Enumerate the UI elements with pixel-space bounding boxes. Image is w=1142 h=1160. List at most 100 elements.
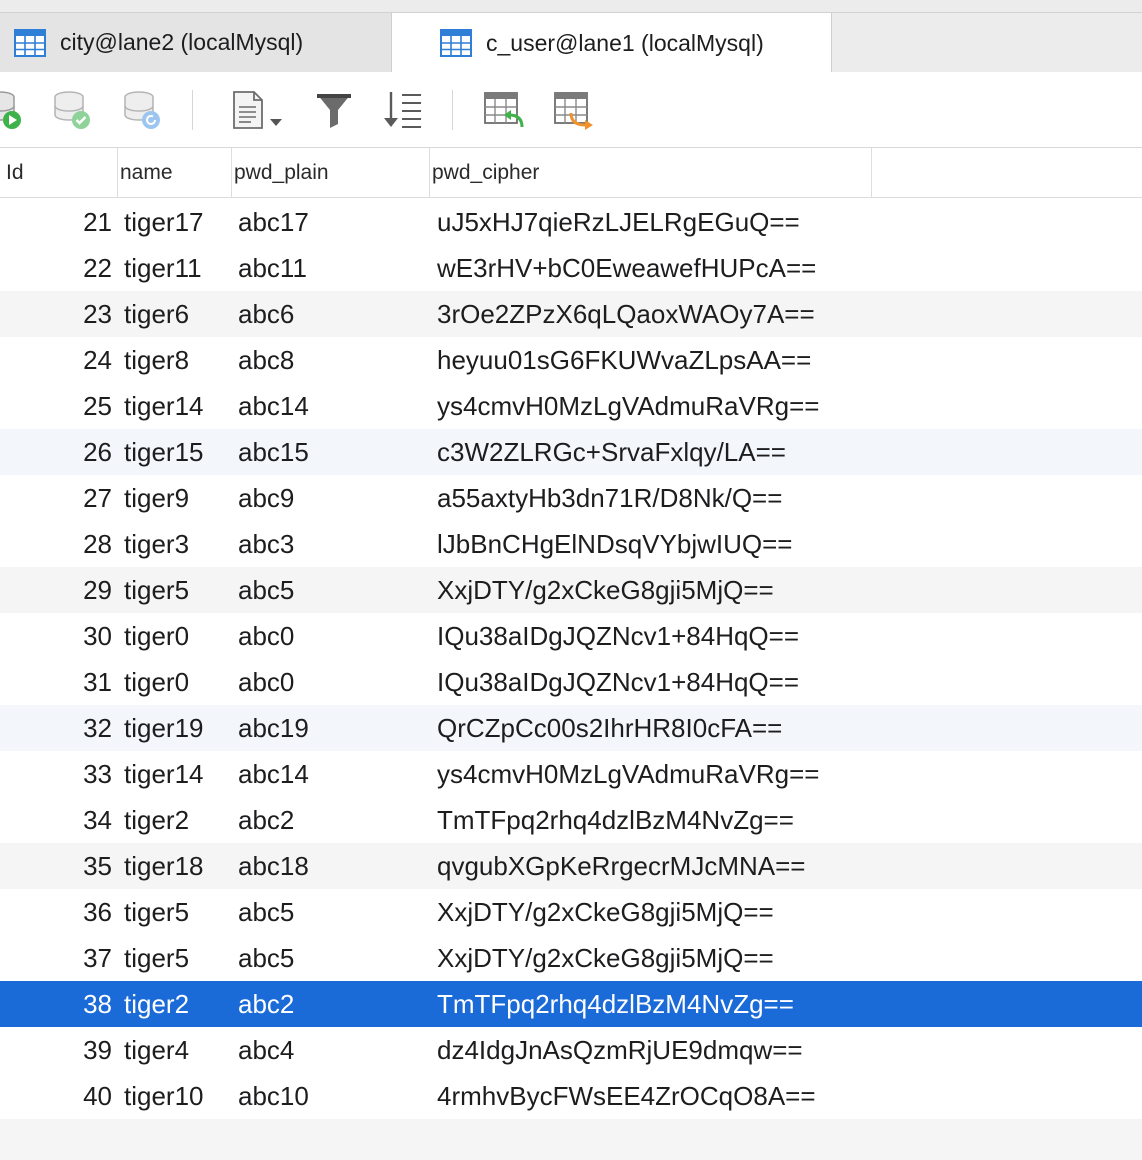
cell-id[interactable]: 35	[0, 843, 112, 889]
cell-pwd-plain[interactable]: abc18	[238, 843, 428, 889]
cell-pwd-plain[interactable]: abc19	[238, 705, 428, 751]
table-row[interactable]: 32 tiger19 abc19 QrCZpCc00s2IhrHR8I0cFA==	[0, 705, 1142, 751]
table-row[interactable]: 23 tiger6 abc6 3rOe2ZPzX6qLQaoxWAOy7A==	[0, 291, 1142, 337]
table-row[interactable]: 37 tiger5 abc5 XxjDTY/g2xCkeG8gji5MjQ==	[0, 935, 1142, 981]
table-row[interactable]: 31 tiger0 abc0 IQu38aIDgJQZNcv1+84HqQ==	[0, 659, 1142, 705]
cell-pwd-cipher[interactable]: a55axtyHb3dn71R/D8Nk/Q==	[437, 475, 1137, 521]
run-button[interactable]	[0, 88, 24, 132]
table-row[interactable]: 38 tiger2 abc2 TmTFpq2rhq4dzlBzM4NvZg==	[0, 981, 1142, 1027]
filter-button[interactable]	[310, 88, 358, 132]
revert-table-button[interactable]	[480, 88, 528, 132]
table-row[interactable]: 34 tiger2 abc2 TmTFpq2rhq4dzlBzM4NvZg==	[0, 797, 1142, 843]
cell-id[interactable]: 23	[0, 291, 112, 337]
cell-name[interactable]: tiger5	[124, 567, 234, 613]
cell-pwd-plain[interactable]: abc0	[238, 659, 428, 705]
table-row[interactable]: 36 tiger5 abc5 XxjDTY/g2xCkeG8gji5MjQ==	[0, 889, 1142, 935]
cell-pwd-plain[interactable]: abc5	[238, 935, 428, 981]
cell-pwd-plain[interactable]: abc5	[238, 889, 428, 935]
cell-id[interactable]: 40	[0, 1073, 112, 1119]
cell-name[interactable]: tiger15	[124, 429, 234, 475]
cell-id[interactable]: 24	[0, 337, 112, 383]
cell-pwd-cipher[interactable]: wE3rHV+bC0EweawefHUPcA==	[437, 245, 1137, 291]
tab-city[interactable]: city@lane2 (localMysql)	[0, 12, 392, 72]
column-header-pwd-cipher[interactable]: pwd_cipher	[426, 148, 872, 198]
cell-id[interactable]: 39	[0, 1027, 112, 1073]
cell-pwd-cipher[interactable]: c3W2ZLRGc+SrvaFxlqy/LA==	[437, 429, 1137, 475]
cell-name[interactable]: tiger8	[124, 337, 234, 383]
cell-pwd-plain[interactable]: abc14	[238, 751, 428, 797]
cell-name[interactable]: tiger3	[124, 521, 234, 567]
cell-pwd-plain[interactable]: abc2	[238, 981, 428, 1027]
cell-pwd-cipher[interactable]: qvgubXGpKeRrgecrMJcMNA==	[437, 843, 1137, 889]
cell-id[interactable]: 25	[0, 383, 112, 429]
cell-name[interactable]: tiger2	[124, 981, 234, 1027]
cell-pwd-cipher[interactable]: dz4IdgJnAsQzmRjUE9dmqw==	[437, 1027, 1137, 1073]
cell-pwd-cipher[interactable]: 3rOe2ZPzX6qLQaoxWAOy7A==	[437, 291, 1137, 337]
cell-id[interactable]: 28	[0, 521, 112, 567]
cell-pwd-cipher[interactable]: XxjDTY/g2xCkeG8gji5MjQ==	[437, 567, 1137, 613]
refresh-button[interactable]	[118, 88, 166, 132]
cell-name[interactable]: tiger18	[124, 843, 234, 889]
table-row[interactable]: 21 tiger17 abc17 uJ5xHJ7qieRzLJELRgEGuQ==	[0, 199, 1142, 245]
cell-pwd-plain[interactable]: abc9	[238, 475, 428, 521]
column-header-name[interactable]: name	[114, 148, 232, 198]
table-row[interactable]: 33 tiger14 abc14 ys4cmvH0MzLgVAdmuRaVRg==	[0, 751, 1142, 797]
cell-pwd-plain[interactable]: abc14	[238, 383, 428, 429]
table-row[interactable]: 39 tiger4 abc4 dz4IdgJnAsQzmRjUE9dmqw==	[0, 1027, 1142, 1073]
save-table-button[interactable]	[550, 88, 598, 132]
cell-name[interactable]: tiger5	[124, 935, 234, 981]
table-row[interactable]: 25 tiger14 abc14 ys4cmvH0MzLgVAdmuRaVRg==	[0, 383, 1142, 429]
cell-pwd-plain[interactable]: abc15	[238, 429, 428, 475]
table-row[interactable]: 40 tiger10 abc10 4rmhvBycFWsEE4ZrOCqO8A==	[0, 1073, 1142, 1119]
cell-pwd-cipher[interactable]: XxjDTY/g2xCkeG8gji5MjQ==	[437, 935, 1137, 981]
sort-button[interactable]	[378, 88, 426, 132]
cell-pwd-cipher[interactable]: 4rmhvBycFWsEE4ZrOCqO8A==	[437, 1073, 1137, 1119]
table-row[interactable]: 24 tiger8 abc8 heyuu01sG6FKUWvaZLpsAA==	[0, 337, 1142, 383]
cell-name[interactable]: tiger5	[124, 889, 234, 935]
cell-name[interactable]: tiger6	[124, 291, 234, 337]
cell-id[interactable]: 29	[0, 567, 112, 613]
cell-name[interactable]: tiger0	[124, 613, 234, 659]
cell-id[interactable]: 26	[0, 429, 112, 475]
cell-name[interactable]: tiger19	[124, 705, 234, 751]
cell-name[interactable]: tiger0	[124, 659, 234, 705]
cell-pwd-plain[interactable]: abc4	[238, 1027, 428, 1073]
cell-pwd-cipher[interactable]: TmTFpq2rhq4dzlBzM4NvZg==	[437, 797, 1137, 843]
cell-pwd-cipher[interactable]: TmTFpq2rhq4dzlBzM4NvZg==	[437, 981, 1137, 1027]
cell-id[interactable]: 33	[0, 751, 112, 797]
table-row[interactable]: 29 tiger5 abc5 XxjDTY/g2xCkeG8gji5MjQ==	[0, 567, 1142, 613]
cell-pwd-plain[interactable]: abc0	[238, 613, 428, 659]
cell-pwd-cipher[interactable]: QrCZpCc00s2IhrHR8I0cFA==	[437, 705, 1137, 751]
cell-pwd-plain[interactable]: abc8	[238, 337, 428, 383]
cell-name[interactable]: tiger4	[124, 1027, 234, 1073]
commit-button[interactable]	[48, 88, 96, 132]
cell-pwd-cipher[interactable]: lJbBnCHgElNDsqVYbjwIUQ==	[437, 521, 1137, 567]
cell-id[interactable]: 27	[0, 475, 112, 521]
tab-c-user[interactable]: c_user@lane1 (localMysql)	[392, 12, 832, 73]
cell-pwd-cipher[interactable]: IQu38aIDgJQZNcv1+84HqQ==	[437, 613, 1137, 659]
cell-name[interactable]: tiger14	[124, 751, 234, 797]
cell-pwd-cipher[interactable]: heyuu01sG6FKUWvaZLpsAA==	[437, 337, 1137, 383]
cell-pwd-plain[interactable]: abc5	[238, 567, 428, 613]
export-button[interactable]	[228, 88, 288, 132]
cell-id[interactable]: 38	[0, 981, 112, 1027]
cell-id[interactable]: 34	[0, 797, 112, 843]
cell-pwd-plain[interactable]: abc11	[238, 245, 428, 291]
cell-id[interactable]: 32	[0, 705, 112, 751]
cell-name[interactable]: tiger9	[124, 475, 234, 521]
cell-id[interactable]: 31	[0, 659, 112, 705]
cell-name[interactable]: tiger17	[124, 199, 234, 245]
cell-name[interactable]: tiger14	[124, 383, 234, 429]
cell-pwd-cipher[interactable]: IQu38aIDgJQZNcv1+84HqQ==	[437, 659, 1137, 705]
cell-name[interactable]: tiger10	[124, 1073, 234, 1119]
table-row[interactable]: 27 tiger9 abc9 a55axtyHb3dn71R/D8Nk/Q==	[0, 475, 1142, 521]
cell-name[interactable]: tiger11	[124, 245, 234, 291]
cell-id[interactable]: 22	[0, 245, 112, 291]
cell-pwd-cipher[interactable]: XxjDTY/g2xCkeG8gji5MjQ==	[437, 889, 1137, 935]
table-row[interactable]: 22 tiger11 abc11 wE3rHV+bC0EweawefHUPcA==	[0, 245, 1142, 291]
cell-id[interactable]: 21	[0, 199, 112, 245]
cell-id[interactable]: 30	[0, 613, 112, 659]
table-row[interactable]: 30 tiger0 abc0 IQu38aIDgJQZNcv1+84HqQ==	[0, 613, 1142, 659]
cell-pwd-plain[interactable]: abc2	[238, 797, 428, 843]
cell-id[interactable]: 37	[0, 935, 112, 981]
